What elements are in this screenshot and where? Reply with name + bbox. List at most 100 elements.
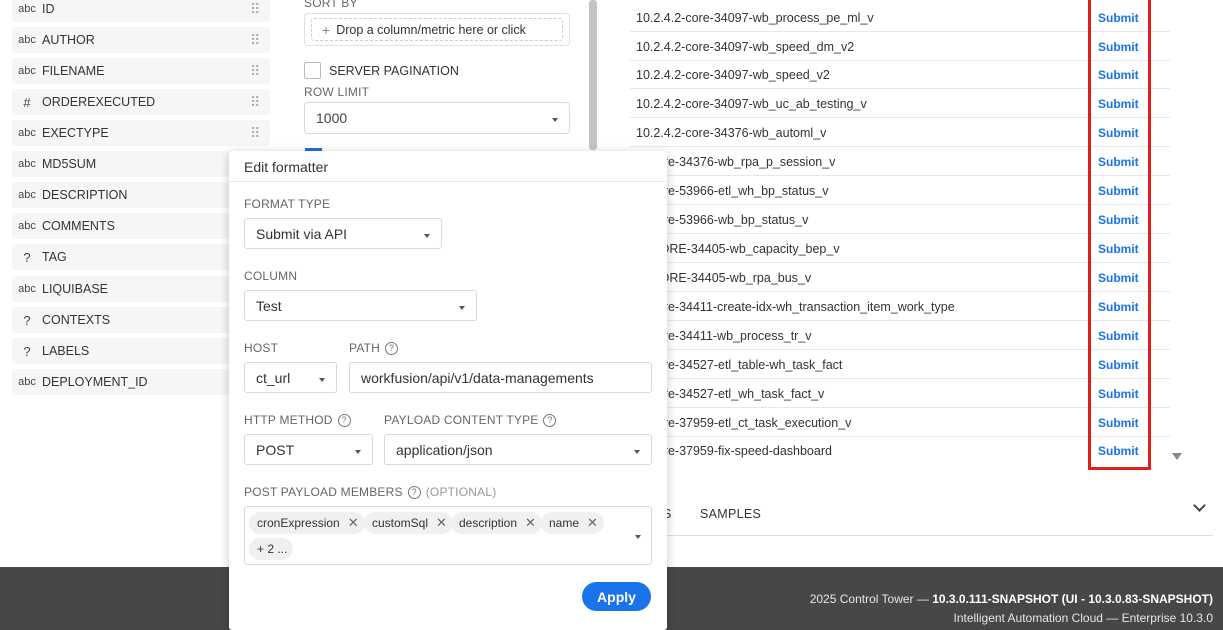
column-item[interactable]: abc EXECTYPE ⠿ [12,120,270,146]
help-icon[interactable]: ? [337,413,351,427]
host-select[interactable]: ct_url [244,362,337,393]
help-icon[interactable]: ? [407,485,421,499]
sort-by-dropzone[interactable]: + Drop a column/metric here or click [304,13,570,46]
payload-content-type-select[interactable]: application/json [384,434,652,465]
path-label-row: PATH? [349,341,399,355]
http-method-value: POST [256,441,295,458]
drag-handle-icon[interactable]: ⠿ [250,63,270,80]
format-type-value: Submit via API [256,225,348,242]
row-name: 10.2.4.2-core-34097-wb_speed_v2 [636,68,830,82]
column-name: EXECTYPE [42,126,109,140]
popover-title: Edit formatter [244,159,329,175]
column-item[interactable]: abc FILENAME ⠿ [12,58,270,84]
remove-tag-icon[interactable]: ✕ [525,515,536,531]
format-type-label: FORMAT TYPE [244,197,331,211]
tag-label: customSql [372,516,429,530]
row-name: 10.2.4.2-core-34376-wb_automl_v [636,126,827,140]
submit-column-highlight [1088,0,1151,470]
column-type-icon: abc [18,65,36,77]
help-icon[interactable]: ? [543,413,557,427]
column-type-icon: abc [18,127,36,139]
host-value: ct_url [256,369,291,386]
chevron-down-icon [459,305,465,310]
column-type-icon: ? [23,249,31,265]
payload-content-type-label: PAYLOAD CONTENT TYPE [384,413,539,427]
column-item[interactable]: # ORDEREXECUTED ⠿ [12,89,270,115]
plus-icon: + [322,21,331,38]
chevron-down-icon [355,449,361,454]
dropzone-text: Drop a column/metric here or click [336,22,526,37]
footer-version-line: 2025 Control Tower — 10.3.0.111-SNAPSHOT… [810,592,1213,606]
footer-version: 10.3.0.111-SNAPSHOT (UI - 10.3.0.83-SNAP… [932,592,1213,606]
server-pagination-checkbox[interactable] [304,62,321,79]
drag-handle-icon[interactable]: ⠿ [250,1,270,18]
row-name: 10.2.4.2-core-34097-wb_speed_dm_v2 [636,40,855,54]
remove-tag-icon[interactable]: ✕ [348,515,359,531]
row-limit-value: 1000 [316,110,348,126]
column-type-icon: ? [23,343,31,359]
chevron-down-icon [635,535,641,539]
column-name: FILENAME [42,64,105,78]
column-type-icon: abc [18,189,36,201]
drag-handle-icon[interactable]: ⠿ [250,125,270,142]
path-input[interactable]: workfusion/api/v1/data-managements [349,362,652,393]
controls-scrollbar[interactable] [589,0,597,150]
http-method-label-row: HTTP METHOD? [244,413,351,427]
chevron-down-icon[interactable] [1193,499,1206,512]
optional-label: (OPTIONAL) [425,485,497,499]
payload-content-type-label-row: PAYLOAD CONTENT TYPE? [384,413,557,427]
payload-tag: customSql ✕ [364,512,453,534]
column-value: Test [256,297,282,314]
payload-tag: cronExpression ✕ [249,512,365,534]
http-method-select[interactable]: POST [244,434,373,465]
sort-by-label: SORT BY [304,0,358,10]
footer-prefix: 2025 Control Tower — [809,592,933,606]
chevron-down-icon [634,449,640,454]
app-root: abc ID ⠿ abc AUTHOR ⠿ abc FILENAME ⠿ # ORDEREXE… [0,0,1223,630]
column-type-icon: abc [18,376,36,388]
remove-tag-icon[interactable]: ✕ [587,515,598,531]
column-name: ID [42,2,55,16]
divider [229,181,667,182]
drag-handle-icon[interactable]: ⠿ [250,32,270,49]
row-limit-select[interactable]: 1000 [304,102,570,134]
column-type-icon: abc [18,34,36,46]
path-label: PATH [349,341,381,355]
tab-samples[interactable]: SAMPLES [700,507,761,521]
sort-down-icon[interactable] [1172,453,1182,460]
column-type-icon: ? [23,312,31,328]
dropzone-inner[interactable]: + Drop a column/metric here or click [311,18,563,41]
tag-label: name [549,516,580,530]
column-type-icon: abc [18,158,36,170]
column-type-icon: abc [18,283,36,295]
edit-formatter-popover: Edit formatter FORMAT TYPE Submit via AP… [229,151,667,630]
row-limit-label: ROW LIMIT [304,85,370,99]
apply-button[interactable]: Apply [582,582,651,611]
server-pagination-label: SERVER PAGINATION [329,64,459,78]
row-name: .8-core-37959-etl_ct_task_execution_v [636,416,852,430]
payload-tag: name ✕ [541,512,604,534]
footer-edition-line: Intelligent Automation Cloud — Enterpris… [953,611,1214,625]
more-tags-badge[interactable]: + 2 ... [249,538,294,560]
help-icon[interactable]: ? [385,341,399,355]
http-method-label: HTTP METHOD [244,413,333,427]
chevron-down-icon [424,233,430,238]
divider [666,535,1213,536]
column-item[interactable]: abc ID ⠿ [12,0,270,22]
column-select[interactable]: Test [244,290,477,321]
more-tags-label: + 2 ... [257,542,288,556]
drag-handle-icon[interactable]: ⠿ [250,94,270,111]
row-name: 10.2.4.2-core-34097-wb_uc_ab_testing_v [636,97,867,111]
post-payload-members-select[interactable]: cronExpression ✕ customSql ✕ description ✕ … [244,506,652,565]
row-name: 10.2.4.2-core-34097-wb_process_pe_ml_v [636,11,874,25]
column-type-icon: abc [18,3,36,15]
host-label: HOST [244,341,279,355]
payload-tag: description ✕ [451,512,542,534]
column-item[interactable]: abc AUTHOR ⠿ [12,27,270,53]
remove-tag-icon[interactable]: ✕ [436,515,447,531]
column-type-icon: # [23,94,31,110]
format-type-select[interactable]: Submit via API [244,218,442,249]
path-value: workfusion/api/v1/data-managements [361,369,594,386]
chevron-down-icon [319,377,325,382]
row-name: .3-core-34411-create-idx-wh_transaction_… [636,300,955,314]
